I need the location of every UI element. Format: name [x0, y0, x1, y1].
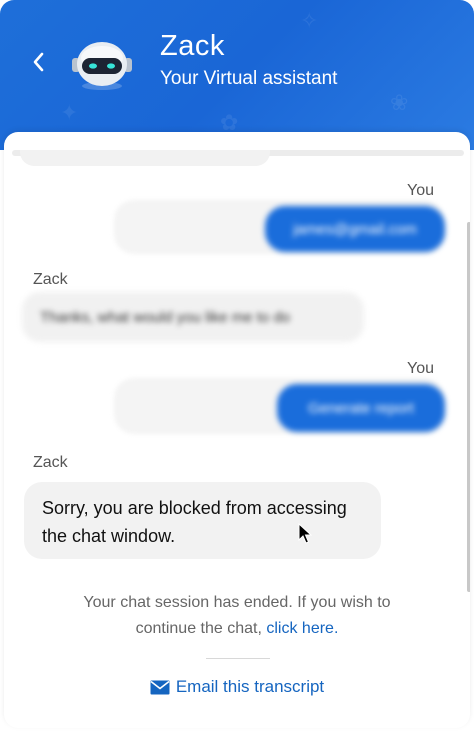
click-here-link[interactable]: click here [266, 620, 334, 637]
footer-divider [206, 658, 270, 659]
chevron-left-icon [33, 52, 44, 72]
bot-message-bubble: Thanks, what would you like me to do [22, 292, 364, 342]
envelope-icon [150, 680, 170, 694]
email-transcript-label: Email this transcript [175, 677, 325, 696]
period-text: . [333, 620, 339, 637]
user-message-bubble: james@gmail.com [265, 206, 445, 252]
chat-header: ✧ ❀ ✦ ✿ Zack Your Virtual assistant [0, 0, 474, 150]
bot-message-bubble: Sorry, you are blocked from accessing th… [24, 482, 381, 559]
robot-icon [72, 42, 132, 90]
message-sender: You [407, 182, 434, 199]
decorative-pattern: ❀ [390, 90, 409, 115]
message-sender: You [407, 360, 434, 377]
chat-window: ✧ ❀ ✦ ✿ Zack Your Virtual assistant You [0, 0, 474, 733]
email-transcript-button[interactable]: Email this transcript [4, 677, 470, 697]
session-ended-notice: Your chat session has ended. If you wish… [4, 590, 470, 642]
user-message-bubble: Generate report [277, 384, 445, 432]
decorative-pattern: ✧ [300, 8, 319, 33]
session-ended-text: Your chat session has ended. If you wish… [83, 594, 391, 637]
back-button[interactable] [24, 48, 52, 76]
mouse-cursor-icon [298, 523, 312, 544]
previous-message-bubble [20, 150, 270, 166]
decorative-pattern: ✦ [60, 100, 79, 125]
chat-panel: You james@gmail.com Zack Thanks, what wo… [4, 132, 470, 728]
message-sender: Zack [33, 454, 68, 471]
assistant-name: Zack [160, 30, 225, 62]
chat-scrollbar[interactable] [467, 222, 470, 592]
assistant-subtitle: Your Virtual assistant [160, 68, 338, 89]
message-sender: Zack [33, 271, 68, 288]
